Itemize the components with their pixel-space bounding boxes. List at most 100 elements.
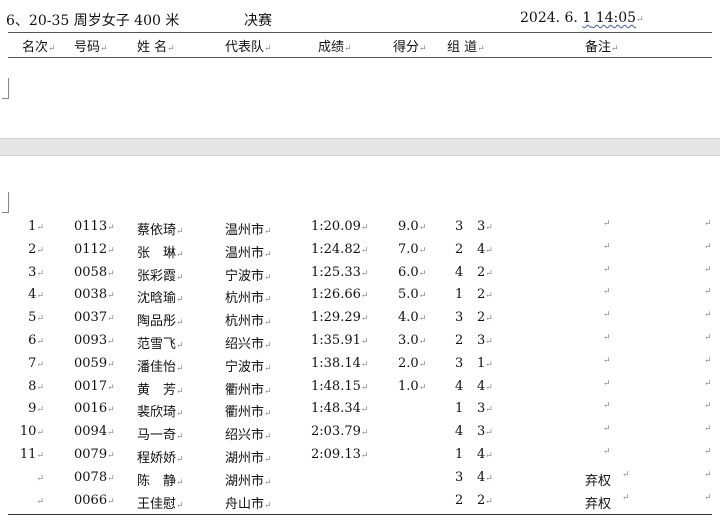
cell-result: 1:20.09↵: [311, 219, 369, 234]
cell-lane: 4↵: [477, 241, 493, 257]
row-end-mark: ↵: [704, 401, 712, 412]
cell-team: 湖州市↵: [225, 451, 272, 466]
row-end-mark: ↵: [704, 447, 712, 457]
cell-team: 宁波市↵: [225, 268, 272, 284]
page-corner-mark: [2, 192, 9, 213]
cell-points: 5.0↵: [398, 287, 427, 303]
cell-name: 潘佳怡↵: [137, 359, 184, 375]
note-paragraph-mark: ↵: [603, 241, 611, 252]
cell-note: 弃权: [585, 496, 612, 512]
header-bottom-rule: [8, 57, 712, 58]
col-note: 备注↵: [585, 40, 619, 55]
cell-group: 1: [455, 447, 464, 462]
note-paragraph-mark: ↵: [603, 287, 611, 298]
note-paragraph-mark: ↵: [603, 401, 611, 412]
row-end-mark: ↵: [704, 264, 712, 275]
cell-team: 温州市↵: [225, 245, 272, 261]
table-row: 6↵ 0093↵ 范雪飞↵ 绍兴市↵ 1:35.91↵ 3.0↵ 2 3↵ ↵ ↵: [0, 333, 720, 355]
row-end-mark: ↵: [704, 333, 712, 343]
cell-bib: 0112↵: [74, 241, 115, 257]
cell-result: 1:24.82↵: [311, 241, 369, 257]
col-bib: 号码↵: [74, 40, 108, 55]
cell-lane: 3↵: [477, 401, 493, 417]
cell-team: 衢州市↵: [225, 382, 272, 398]
note-paragraph-mark: ↵: [622, 469, 630, 480]
cell-result: 1:48.15↵: [311, 378, 369, 394]
cell-lane: 3↵: [477, 333, 493, 348]
col-group-lane: 组 道↵: [447, 40, 485, 55]
cell-lane: 3↵: [477, 424, 493, 440]
cell-rank: 4↵: [28, 287, 44, 303]
table-bottom-rule: [8, 514, 712, 515]
cell-rank: 1↵: [28, 219, 44, 234]
time-part: 14:05: [591, 10, 637, 26]
cell-points: 9.0↵: [398, 219, 427, 234]
cell-bib: 0058↵: [74, 264, 115, 280]
cell-bib: 0079↵: [74, 447, 115, 462]
cell-result: 2:03.79↵: [311, 424, 369, 440]
date-time: 2024. 6. 1 14:05↵: [520, 10, 644, 26]
cell-points: 4.0↵: [398, 310, 427, 326]
note-paragraph-mark: ↵: [603, 333, 611, 343]
row-end-mark: ↵: [704, 241, 712, 252]
event-title: 6、20-35 周岁女子 400 米: [6, 13, 180, 29]
cell-name: 张 琳↵: [137, 245, 184, 261]
cell-note: 弃权: [585, 473, 612, 489]
row-end-mark: ↵: [704, 378, 712, 389]
cell-points: 7.0↵: [398, 241, 427, 257]
col-rank: 名次↵: [22, 40, 56, 55]
cell-name: 程娇娇↵: [137, 451, 184, 466]
cell-rank: 5↵: [28, 310, 44, 326]
note-paragraph-mark: ↵: [622, 492, 630, 503]
table-row: 7↵ 0059↵ 潘佳怡↵ 宁波市↵ 1:38.14↵ 2.0↵ 3 1↵ ↵ ↵: [0, 356, 720, 378]
cell-group: 2: [455, 241, 464, 257]
cell-name: 黄 芳↵: [137, 382, 184, 398]
cell-bib: 0113↵: [74, 219, 115, 234]
cell-rank: ↵: [36, 473, 44, 484]
cell-lane: 4↵: [477, 469, 493, 485]
cell-lane: 2↵: [477, 310, 493, 326]
cell-bib: 0094↵: [74, 424, 115, 440]
col-points: 得分↵: [393, 40, 427, 55]
cell-lane: 1↵: [477, 355, 493, 371]
cell-bib: 0038↵: [74, 287, 115, 303]
cell-bib: 0016↵: [74, 401, 115, 417]
note-paragraph-mark: ↵: [603, 424, 611, 435]
cell-group: 3: [455, 310, 464, 326]
cell-rank: 9↵: [28, 401, 44, 417]
cell-team: 湖州市↵: [225, 473, 272, 489]
note-paragraph-mark: ↵: [603, 447, 611, 457]
cell-group: 1: [455, 401, 464, 417]
cell-bib: 0093↵: [74, 333, 115, 348]
cell-group: 4: [455, 424, 464, 440]
cell-name: 陈 静↵: [137, 473, 184, 489]
cell-bib: 0059↵: [74, 355, 115, 371]
cell-group: 2: [455, 333, 464, 348]
cell-group: 3: [455, 469, 464, 485]
cell-result: 2:09.13↵: [311, 447, 369, 462]
cell-rank: 10↵: [19, 424, 44, 440]
note-paragraph-mark: ↵: [603, 355, 611, 366]
date-part: 2024. 6.: [520, 10, 583, 26]
cell-points: 6.0↵: [398, 264, 427, 280]
cell-team: 舟山市↵: [225, 496, 272, 512]
col-result: 成绩↵: [318, 40, 352, 55]
row-end-mark: ↵: [704, 219, 712, 229]
cell-lane: 4↵: [477, 447, 493, 462]
cell-result: 1:26.66↵: [311, 287, 369, 303]
note-paragraph-mark: ↵: [603, 310, 611, 321]
row-end-mark: ↵: [704, 469, 712, 480]
row-end-mark: ↵: [704, 492, 712, 503]
cell-name: 王佳慰↵: [137, 496, 184, 512]
cell-result: 1:35.91↵: [311, 333, 369, 348]
paragraph-mark: ↵: [636, 15, 644, 25]
cell-rank: 2↵: [28, 241, 44, 257]
table-row: 5↵ 0037↵ 陶品彤↵ 杭州市↵ 1:29.29↵ 4.0↵ 3 2↵ ↵ ↵: [0, 310, 720, 332]
cell-result: 1:38.14↵: [311, 355, 369, 371]
table-row: 8↵ 0017↵ 黄 芳↵ 衢州市↵ 1:48.15↵ 1.0↵ 4 4↵ ↵ ↵: [0, 379, 720, 401]
note-paragraph-mark: ↵: [603, 264, 611, 275]
row-end-mark: ↵: [704, 424, 712, 435]
cell-group: 1: [455, 287, 464, 303]
header-top-rule: [8, 32, 712, 33]
cell-name: 陶品彤↵: [137, 314, 184, 330]
